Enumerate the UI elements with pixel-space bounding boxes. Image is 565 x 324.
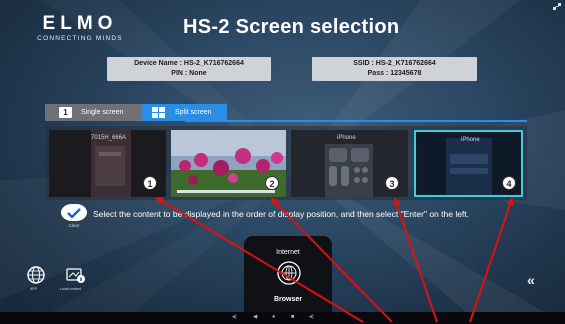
network-status-icon xyxy=(553,3,562,13)
internet-browser-card[interactable]: Internet Browser xyxy=(244,236,332,312)
browser-label: Browser xyxy=(273,296,302,303)
tab-split-screen[interactable]: Split screen xyxy=(141,104,227,121)
clear-label: Clear xyxy=(68,223,80,228)
globe-grid-icon xyxy=(27,266,45,284)
page-title: HS-2 Screen selection xyxy=(183,16,400,38)
screen-number-badge-3: 3 xyxy=(385,176,399,190)
system-nav-bar: ◂) ◀ ● ■ ◂) xyxy=(0,312,565,324)
checkmark-icon xyxy=(67,207,81,218)
screen-3-label: iPhone xyxy=(337,135,356,141)
screen-thumbnail-4[interactable]: iPhone 4 xyxy=(414,130,523,197)
screen-thumbnail-2[interactable]: 2 xyxy=(171,130,286,197)
screen-number-badge-2: 2 xyxy=(265,176,279,190)
double-chevron-left-icon[interactable]: « xyxy=(527,272,535,288)
device-info-box: Device Name : HS-2_K716762664 PIN : None xyxy=(107,57,271,81)
screen-1-label: 7015H_666A xyxy=(91,135,127,141)
pin-text: PIN : None xyxy=(171,70,207,77)
app-button[interactable] xyxy=(27,266,45,284)
internet-title: Internet xyxy=(276,249,300,256)
instruction-text: Select the content to be displayed in th… xyxy=(93,209,470,219)
tab-single-screen[interactable]: 1 Single screen xyxy=(45,104,141,121)
screen-thumbnail-1[interactable]: 7015H_666A 1 xyxy=(49,130,166,197)
ssid-info-box: SSID : HS-2_K716762664 Pass : 12345678 xyxy=(312,57,477,81)
single-screen-number-icon: 1 xyxy=(59,107,72,118)
local-content-label: Local content xyxy=(60,287,81,291)
elmo-logo: ELMO CONNECTING MINDS xyxy=(20,14,140,43)
back-icon[interactable]: ◀ xyxy=(253,314,257,320)
device-name-text: Device Name : HS-2_K716762664 xyxy=(134,60,244,67)
screen-thumbnail-3[interactable]: iPhone 3 xyxy=(291,130,408,197)
screen-number-badge-4: 4 xyxy=(502,176,516,190)
volume-up-icon[interactable]: ◂) xyxy=(309,314,314,320)
tab-label: Split screen xyxy=(175,109,212,116)
logo-tagline: CONNECTING MINDS xyxy=(37,35,123,42)
clear-button[interactable] xyxy=(61,204,87,221)
screen-4-label: iPhone xyxy=(461,137,480,143)
annotation-arrow-4 xyxy=(469,197,514,323)
logo-main-text: ELMO xyxy=(42,13,118,34)
recents-icon[interactable]: ■ xyxy=(291,314,294,320)
app-label: APP xyxy=(30,287,38,291)
home-icon[interactable]: ● xyxy=(272,314,275,320)
split-grid-icon xyxy=(152,107,166,118)
pass-text: Pass : 12345678 xyxy=(367,70,422,77)
local-content-button[interactable] xyxy=(66,266,85,284)
tab-label: Single screen xyxy=(81,109,124,116)
ssid-text: SSID : HS-2_K716762664 xyxy=(353,60,436,67)
volume-down-icon[interactable]: ◂) xyxy=(232,314,237,320)
screen-number-badge-1: 1 xyxy=(143,176,157,190)
screen-mode-tabs: 1 Single screen Split screen xyxy=(45,104,527,122)
tab-underline xyxy=(185,120,527,122)
folder-file-icon xyxy=(66,268,85,283)
screen-selection-panel: 7015H_666A 1 2 iPhone 3 iPhone 4 xyxy=(45,126,527,200)
globe-icon xyxy=(277,261,301,285)
